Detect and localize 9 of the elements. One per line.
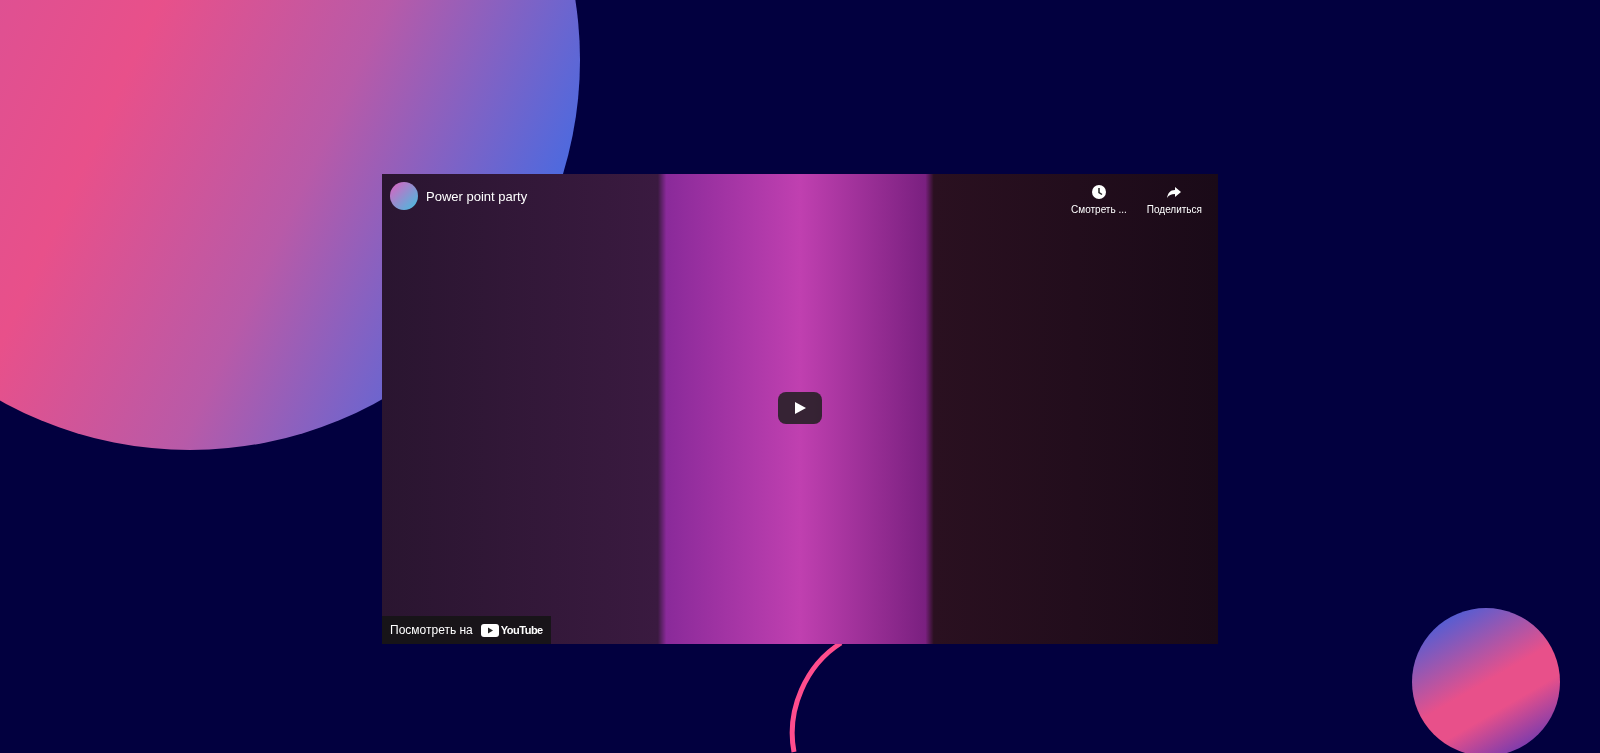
clock-icon — [1090, 184, 1107, 200]
play-logo-icon — [480, 623, 499, 637]
share-icon — [1166, 184, 1183, 200]
video-title[interactable]: Power point party — [426, 188, 528, 204]
play-icon — [793, 401, 807, 415]
share-button[interactable]: Поделиться — [1144, 182, 1204, 217]
watch-later-button[interactable]: Смотреть ... — [1069, 182, 1129, 217]
watch-on-youtube-button[interactable]: Посмотреть на YouTube — [382, 616, 551, 644]
play-button[interactable] — [778, 392, 822, 424]
